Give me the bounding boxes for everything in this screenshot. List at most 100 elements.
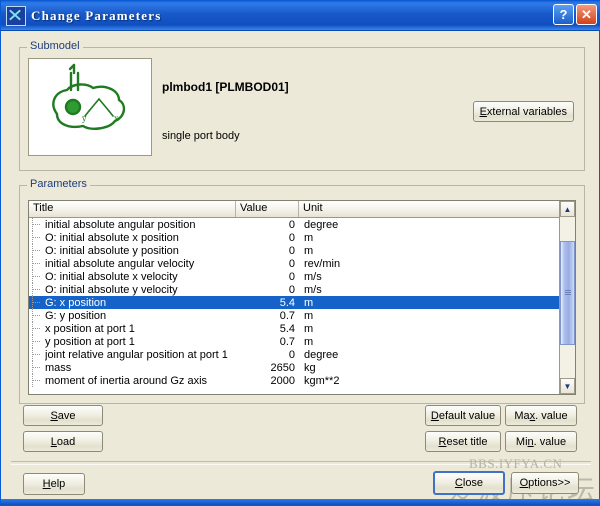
svg-text:x: x — [114, 114, 119, 123]
close-mnemonic: C — [455, 477, 463, 489]
scroll-up-icon[interactable]: ▲ — [560, 201, 575, 217]
submodel-thumbnail: y x — [28, 58, 152, 156]
parameter-value[interactable]: 0 — [236, 258, 299, 270]
options-button[interactable]: Options>> — [511, 472, 579, 494]
title-bar[interactable]: Change Parameters ? ✕ — [1, 1, 600, 31]
tree-connector-icon — [29, 257, 45, 270]
window-bottom-strip — [1, 499, 600, 505]
parameter-title: x position at port 1 — [45, 323, 236, 335]
parameter-title: y position at port 1 — [45, 336, 236, 348]
parameter-unit: m — [299, 245, 575, 257]
footer-divider — [11, 461, 591, 465]
load-label: oad — [57, 436, 75, 448]
window-title: Change Parameters — [31, 8, 162, 24]
tree-connector-icon — [29, 283, 45, 296]
parameters-group: Parameters Title Value Unit initial abso… — [19, 185, 585, 404]
column-header-unit[interactable]: Unit — [299, 201, 560, 217]
table-row[interactable]: G: y position0.7m — [29, 309, 575, 322]
table-body: initial absolute angular position0degree… — [29, 218, 575, 394]
parameter-title: G: x position — [45, 297, 236, 309]
tree-connector-icon — [29, 361, 45, 374]
external-variables-mnemonic: E — [480, 106, 487, 118]
table-row[interactable]: O: initial absolute y position0m — [29, 244, 575, 257]
scrollbar-thumb[interactable] — [560, 241, 575, 345]
parameter-value[interactable]: 0 — [236, 219, 299, 231]
parameter-value[interactable]: 0 — [236, 284, 299, 296]
parameter-value[interactable]: 0.7 — [236, 336, 299, 348]
table-row[interactable]: moment of inertia around Gz axis2000kgm*… — [29, 374, 575, 387]
parameter-unit: m/s — [299, 284, 575, 296]
tree-connector-icon — [29, 231, 45, 244]
parameter-value[interactable]: 5.4 — [236, 323, 299, 335]
parameter-unit: degree — [299, 349, 575, 361]
parameter-unit: m — [299, 323, 575, 335]
reset-title-button[interactable]: Reset title — [425, 431, 501, 452]
parameter-value[interactable]: 0 — [236, 245, 299, 257]
change-parameters-dialog: Change Parameters ? ✕ Submodel — [0, 0, 600, 506]
table-vertical-scrollbar[interactable]: ▲ ▼ — [559, 201, 575, 394]
parameter-title: joint relative angular position at port … — [45, 349, 236, 361]
options-label: ptions>> — [528, 477, 570, 489]
close-button[interactable]: Close — [433, 471, 505, 495]
parameter-title: G: y position — [45, 310, 236, 322]
parameter-unit: m — [299, 297, 575, 309]
svg-text:y: y — [81, 114, 87, 123]
parameter-title: O: initial absolute y velocity — [45, 284, 236, 296]
tree-connector-icon — [29, 322, 45, 335]
parameter-unit: m — [299, 232, 575, 244]
max-value-label: . value — [535, 410, 567, 422]
table-row[interactable]: O: initial absolute x position0m — [29, 231, 575, 244]
tree-connector-icon — [29, 309, 45, 322]
parameter-unit: kgm**2 — [299, 375, 575, 387]
parameter-unit: rev/min — [299, 258, 575, 270]
reset-title-label: eset title — [446, 436, 487, 448]
scroll-down-icon[interactable]: ▼ — [560, 378, 575, 394]
help-label: elp — [51, 478, 66, 490]
close-icon[interactable]: ✕ — [576, 4, 597, 25]
table-row[interactable]: x position at port 15.4m — [29, 322, 575, 335]
table-row[interactable]: O: initial absolute y velocity0m/s — [29, 283, 575, 296]
parameters-group-title: Parameters — [27, 178, 90, 190]
parameter-value[interactable]: 5.4 — [236, 297, 299, 309]
parameter-value[interactable]: 0 — [236, 349, 299, 361]
table-row[interactable]: initial absolute angular position0degree — [29, 218, 575, 231]
parameter-value[interactable]: 2000 — [236, 375, 299, 387]
tree-connector-icon — [29, 244, 45, 257]
column-header-title[interactable]: Title — [29, 201, 236, 217]
submodel-group: Submodel y x — [19, 47, 585, 171]
default-value-label: efault value — [439, 410, 495, 422]
load-button[interactable]: Load — [23, 431, 103, 452]
parameters-table[interactable]: Title Value Unit initial absolute angula… — [28, 200, 576, 395]
table-row[interactable]: O: initial absolute x velocity0m/s — [29, 270, 575, 283]
save-button[interactable]: Save — [23, 405, 103, 426]
min-value-button[interactable]: Min. value — [505, 431, 577, 452]
parameter-value[interactable]: 0.7 — [236, 310, 299, 322]
parameter-title: initial absolute angular position — [45, 219, 236, 231]
submodel-description: single port body — [162, 130, 240, 142]
parameter-value[interactable]: 0 — [236, 232, 299, 244]
help-button[interactable]: Help — [23, 473, 85, 495]
parameter-unit: m — [299, 336, 575, 348]
table-header-row: Title Value Unit — [29, 201, 575, 218]
min-value-label: . value — [534, 436, 566, 448]
parameter-title: mass — [45, 362, 236, 374]
table-row[interactable]: mass2650kg — [29, 361, 575, 374]
parameter-value[interactable]: 0 — [236, 271, 299, 283]
default-value-mnemonic: D — [431, 410, 439, 422]
help-icon[interactable]: ? — [553, 4, 574, 25]
table-row[interactable]: y position at port 10.7m — [29, 335, 575, 348]
max-value-prefix: Ma — [514, 410, 529, 422]
table-row[interactable]: G: x position5.4m — [29, 296, 575, 309]
tree-connector-icon — [29, 296, 45, 309]
external-variables-button[interactable]: External variables — [473, 101, 574, 122]
column-header-value[interactable]: Value — [236, 201, 299, 217]
parameter-title: O: initial absolute x velocity — [45, 271, 236, 283]
max-value-button[interactable]: Max. value — [505, 405, 577, 426]
default-value-button[interactable]: Default value — [425, 405, 501, 426]
title-bar-buttons: ? ✕ — [553, 4, 597, 25]
parameter-title: initial absolute angular velocity — [45, 258, 236, 270]
table-row[interactable]: joint relative angular position at port … — [29, 348, 575, 361]
parameter-value[interactable]: 2650 — [236, 362, 299, 374]
table-row[interactable]: initial absolute angular velocity0rev/mi… — [29, 257, 575, 270]
help-mnemonic: H — [43, 478, 51, 490]
